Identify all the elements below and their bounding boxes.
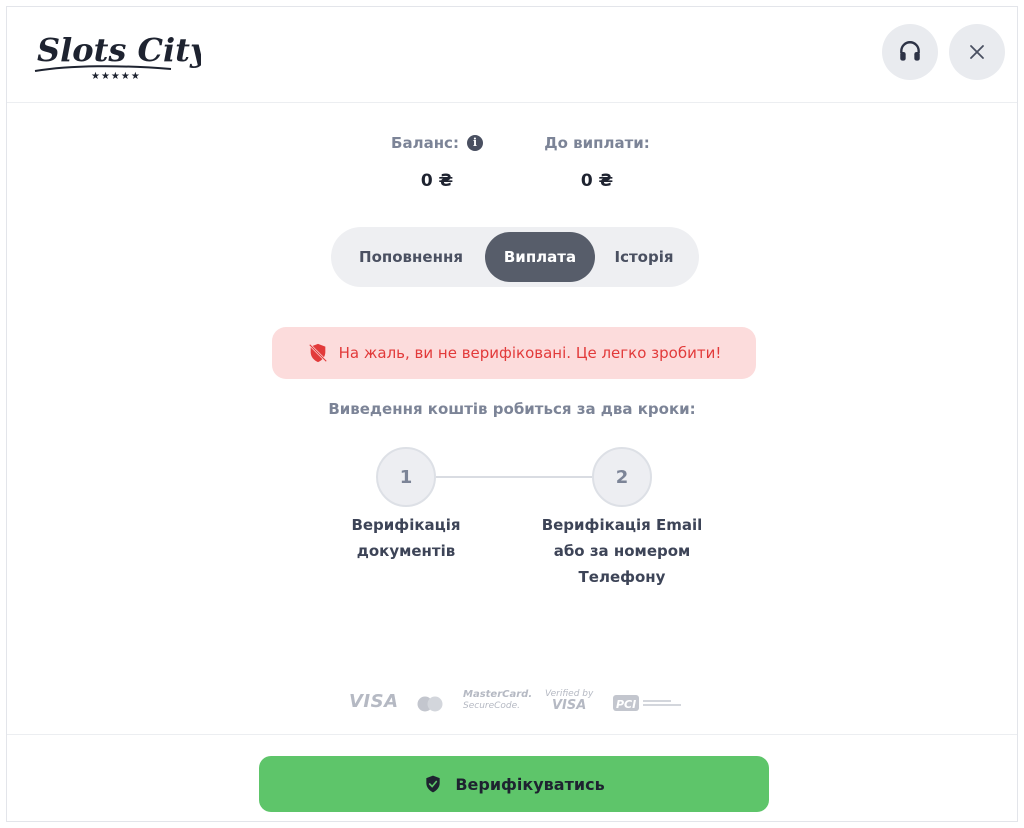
steps-title: Виведення коштів робиться за два кроки: (328, 400, 696, 418)
verify-button-label: Верифікуватись (455, 774, 605, 794)
verification-alert: На жаль, ви не верифіковані. Це легко зр… (272, 327, 756, 379)
balance-label: Баланс: (391, 134, 459, 152)
step-2-circle: 2 (592, 447, 652, 507)
step-1-circle: 1 (376, 447, 436, 507)
shield-check-icon (426, 775, 440, 793)
payout-value: 0 ₴ (580, 171, 614, 191)
svg-text:★★★★★: ★★★★★ (91, 71, 141, 82)
close-icon (970, 45, 984, 59)
step-1-label: Верифікація документів (351, 516, 461, 560)
headset-icon (900, 41, 920, 61)
pci-logo: PCI (613, 695, 681, 711)
payment-tabs: Поповнення Виплата Історія (331, 227, 699, 287)
balance-summary: Баланс: i 0 ₴ До виплати: 0 ₴ (7, 131, 1017, 201)
payout-block: До виплати: 0 ₴ (522, 131, 672, 193)
balance-value: 0 ₴ (420, 171, 454, 191)
support-button[interactable] (882, 24, 938, 80)
shield-off-icon (308, 343, 327, 363)
modal-header: Slots City ★★★★★ (7, 7, 1017, 103)
payment-modal: Slots City ★★★★★ Баланс: i 0 ₴ До виплат… (6, 6, 1018, 822)
mastercard-icon (417, 696, 443, 712)
alert-text: На жаль, ви не верифіковані. Це легко зр… (338, 344, 722, 362)
info-icon[interactable]: i (466, 135, 483, 151)
tab-withdrawal[interactable]: Виплата (485, 232, 595, 282)
tab-history[interactable]: Історія (595, 232, 693, 282)
visa-logo: VISA (349, 691, 399, 712)
step-2-label: Верифікація Email або за номером Телефон… (541, 516, 703, 586)
mastercard-securecode-logo: MasterCard. SecureCode. (463, 689, 533, 711)
step-connector (436, 476, 592, 478)
verify-button[interactable]: Верифікуватись (259, 756, 769, 812)
svg-text:PCI: PCI (616, 698, 636, 711)
svg-text:Slots City: Slots City (37, 31, 201, 69)
payout-label: До виплати: (544, 134, 650, 152)
payment-logos: VISA MasterCard. SecureCode. Verified by… (347, 687, 687, 719)
slots-city-logo: Slots City ★★★★★ (34, 31, 201, 82)
tab-deposit[interactable]: Поповнення (337, 232, 485, 282)
modal-footer: Верифікуватись (7, 734, 1017, 822)
balance-block: Баланс: i 0 ₴ (367, 131, 507, 193)
close-button[interactable] (949, 24, 1005, 80)
verified-by-visa-logo: Verified by VISA (545, 689, 594, 713)
